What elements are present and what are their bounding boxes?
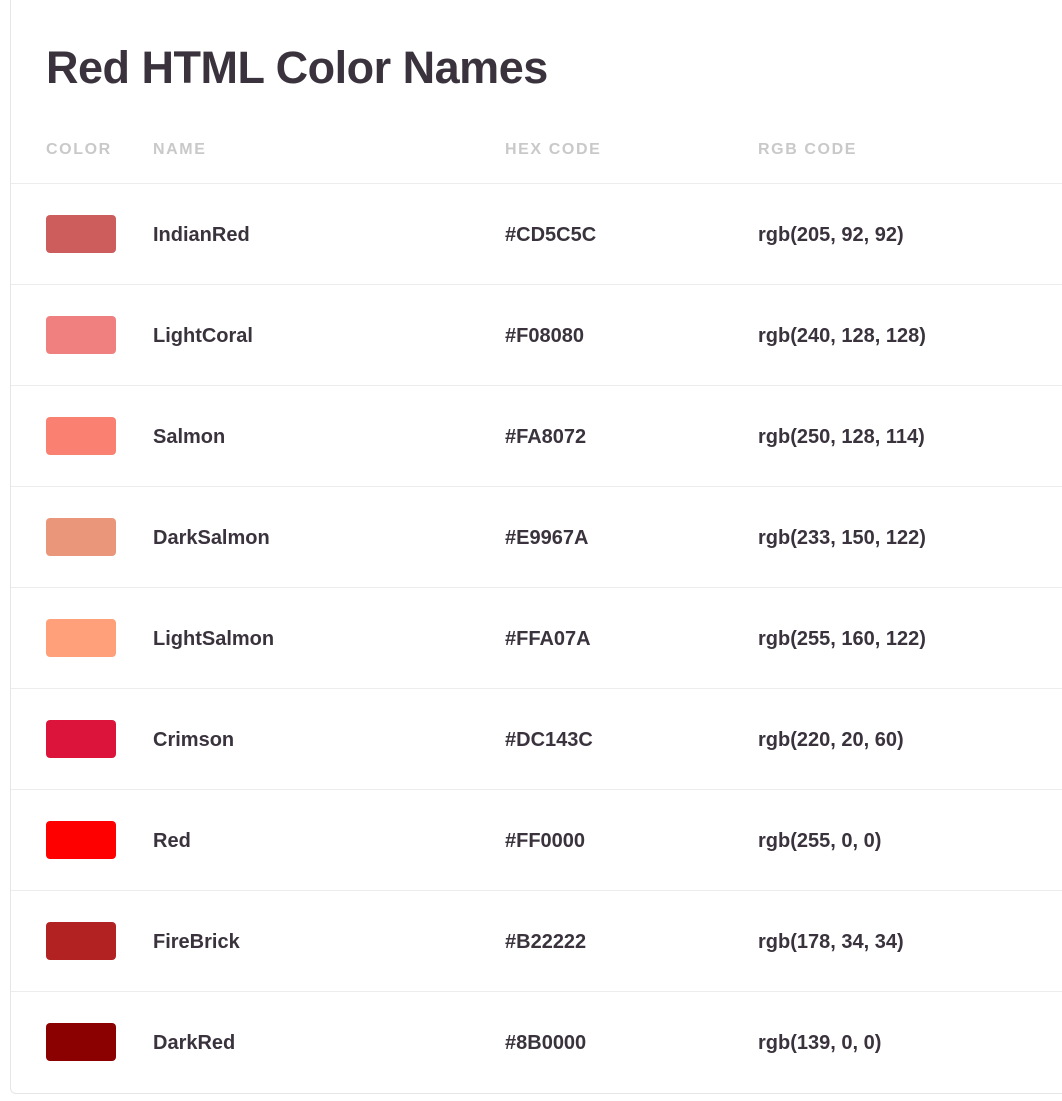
- hex-code: #FF0000: [505, 830, 586, 852]
- header-rgb-code: RGB CODE: [758, 141, 858, 158]
- header-name: NAME: [153, 141, 207, 158]
- color-table-card: Red HTML Color Names COLOR NAME HEX CODE…: [10, 0, 1062, 1094]
- color-name: FireBrick: [153, 931, 240, 953]
- color-name: IndianRed: [153, 224, 250, 246]
- color-swatch: [46, 417, 116, 455]
- table-row: Crimson #DC143C rgb(220, 20, 60): [11, 689, 1062, 790]
- header-color: COLOR: [46, 141, 112, 158]
- color-swatch: [46, 316, 116, 354]
- table-row: Salmon #FA8072 rgb(250, 128, 114): [11, 386, 1062, 487]
- color-name: LightCoral: [153, 325, 253, 347]
- color-swatch: [46, 821, 116, 859]
- hex-code: #FA8072: [505, 426, 587, 448]
- hex-code: #CD5C5C: [505, 224, 597, 246]
- color-swatch: [46, 518, 116, 556]
- color-swatch: [46, 922, 116, 960]
- table-row: DarkSalmon #E9967A rgb(233, 150, 122): [11, 487, 1062, 588]
- hex-code: #F08080: [505, 325, 584, 347]
- page-title: Red HTML Color Names: [46, 42, 548, 93]
- rgb-code: rgb(220, 20, 60): [758, 729, 904, 751]
- color-swatch: [46, 1023, 116, 1061]
- hex-code: #8B0000: [505, 1032, 587, 1054]
- hex-code: #DC143C: [505, 729, 593, 751]
- rgb-code: rgb(250, 128, 114): [758, 426, 925, 448]
- color-name: Crimson: [153, 729, 235, 751]
- table-body: IndianRed #CD5C5C rgb(205, 92, 92) Light…: [11, 184, 1062, 1092]
- color-name: Red: [153, 830, 191, 852]
- rgb-code: rgb(233, 150, 122): [758, 527, 926, 549]
- header-hex-code: HEX CODE: [505, 141, 602, 158]
- color-name: DarkSalmon: [153, 527, 270, 549]
- table-row: LightSalmon #FFA07A rgb(255, 160, 122): [11, 588, 1062, 689]
- color-name: LightSalmon: [153, 628, 275, 650]
- rgb-code: rgb(178, 34, 34): [758, 931, 904, 953]
- color-swatch: [46, 619, 116, 657]
- color-name: Salmon: [153, 426, 226, 448]
- table-row: IndianRed #CD5C5C rgb(205, 92, 92): [11, 184, 1062, 285]
- color-name: DarkRed: [153, 1032, 236, 1054]
- rgb-code: rgb(255, 160, 122): [758, 628, 926, 650]
- rgb-code: rgb(255, 0, 0): [758, 830, 882, 852]
- color-swatch: [46, 215, 116, 253]
- table-row: LightCoral #F08080 rgb(240, 128, 128): [11, 285, 1062, 386]
- hex-code: #E9967A: [505, 527, 589, 549]
- rgb-code: rgb(240, 128, 128): [758, 325, 926, 347]
- rgb-code: rgb(205, 92, 92): [758, 224, 904, 246]
- hex-code: #B22222: [505, 931, 587, 953]
- hex-code: #FFA07A: [505, 628, 591, 650]
- color-swatch: [46, 720, 116, 758]
- table-row: Red #FF0000 rgb(255, 0, 0): [11, 790, 1062, 891]
- table-row: DarkRed #8B0000 rgb(139, 0, 0): [11, 992, 1062, 1092]
- rgb-code: rgb(139, 0, 0): [758, 1032, 882, 1054]
- table-header: COLOR NAME HEX CODE RGB CODE: [11, 126, 1062, 184]
- table-row: FireBrick #B22222 rgb(178, 34, 34): [11, 891, 1062, 992]
